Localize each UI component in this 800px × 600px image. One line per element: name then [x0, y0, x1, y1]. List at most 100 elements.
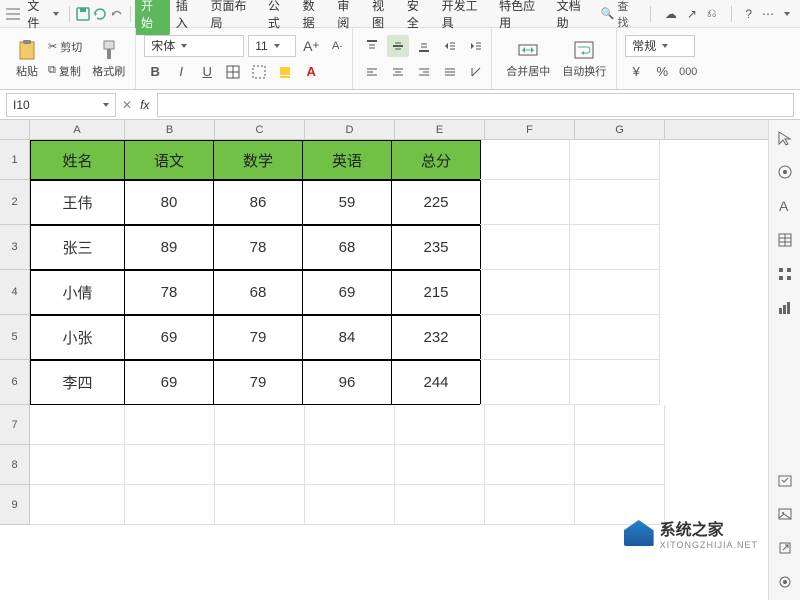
cut-button[interactable]: ✂剪切 [44, 37, 86, 57]
column-header[interactable]: F [485, 120, 575, 139]
cell[interactable]: 244 [391, 360, 481, 405]
cell[interactable] [30, 445, 125, 485]
cell[interactable] [215, 405, 305, 445]
copy-button[interactable]: ⧉复制 [44, 61, 86, 81]
cell[interactable] [305, 485, 395, 525]
cell[interactable]: 李四 [30, 360, 125, 405]
column-header[interactable]: C [215, 120, 305, 139]
number-format-select[interactable]: 常规 [625, 35, 695, 57]
settings-icon[interactable] [777, 574, 793, 590]
font-name-select[interactable]: 宋体 [144, 35, 244, 57]
cell[interactable]: 79 [213, 315, 303, 360]
file-menu[interactable]: 文件 [21, 0, 65, 31]
cell[interactable] [305, 445, 395, 485]
cell[interactable]: 78 [124, 270, 214, 315]
cell[interactable]: 68 [302, 225, 392, 270]
cell[interactable] [570, 225, 660, 270]
italic-button[interactable]: I [170, 61, 192, 83]
cell[interactable] [480, 270, 570, 315]
refresh-icon[interactable] [91, 5, 108, 23]
fill-color-button[interactable] [274, 61, 296, 83]
align-bottom-button[interactable] [413, 35, 435, 57]
align-center-button[interactable] [387, 61, 409, 83]
backup-icon[interactable] [777, 472, 793, 488]
cell[interactable]: 68 [213, 270, 303, 315]
cell[interactable]: 姓名 [30, 140, 125, 180]
justify-button[interactable] [439, 61, 461, 83]
align-top-button[interactable] [361, 35, 383, 57]
cell[interactable]: 王伟 [30, 180, 125, 225]
apps-icon[interactable] [777, 266, 793, 282]
cell[interactable]: 215 [391, 270, 481, 315]
cell[interactable] [395, 405, 485, 445]
search-button[interactable]: 🔍 查找 [597, 0, 636, 32]
cell[interactable] [125, 485, 215, 525]
cell[interactable]: 59 [302, 180, 392, 225]
share-icon[interactable]: ↗ [687, 7, 697, 21]
cell[interactable] [570, 270, 660, 315]
cell[interactable] [215, 485, 305, 525]
cell[interactable]: 78 [213, 225, 303, 270]
font-size-select[interactable]: 11 [248, 35, 296, 57]
cell[interactable]: 69 [302, 270, 392, 315]
cell-style-button[interactable] [248, 61, 270, 83]
column-header[interactable]: G [575, 120, 665, 139]
bold-button[interactable]: B [144, 61, 166, 83]
select-object-icon[interactable] [777, 164, 793, 180]
cell[interactable]: 69 [124, 360, 214, 405]
cell[interactable] [395, 445, 485, 485]
cell[interactable] [570, 360, 660, 405]
cell[interactable]: 84 [302, 315, 392, 360]
increase-font-button[interactable]: A+ [300, 35, 322, 57]
column-header[interactable]: E [395, 120, 485, 139]
cell[interactable]: 69 [124, 315, 214, 360]
formula-input[interactable] [157, 93, 794, 117]
decrease-font-button[interactable]: A- [326, 35, 348, 57]
increase-indent-button[interactable] [465, 35, 487, 57]
cell[interactable] [480, 180, 570, 225]
table-icon[interactable] [777, 232, 793, 248]
column-header[interactable]: A [30, 120, 125, 139]
history-icon[interactable]: ⎌ [707, 6, 717, 21]
cell[interactable] [480, 315, 570, 360]
orientation-button[interactable] [465, 61, 487, 83]
column-header[interactable]: B [125, 120, 215, 139]
row-header[interactable]: 5 [0, 315, 30, 360]
font-color-button[interactable]: A [300, 61, 322, 83]
row-header[interactable]: 8 [0, 445, 30, 485]
cell[interactable]: 小张 [30, 315, 125, 360]
paste-button[interactable]: 粘贴 [10, 35, 44, 83]
more-icon[interactable]: ⋯ [762, 7, 774, 21]
help-icon[interactable]: ? [745, 7, 752, 21]
cell[interactable] [30, 405, 125, 445]
cell[interactable]: 86 [213, 180, 303, 225]
save-icon[interactable] [74, 5, 91, 23]
cell[interactable] [125, 405, 215, 445]
auto-wrap-button[interactable]: 自动换行 [556, 35, 612, 83]
row-header[interactable]: 4 [0, 270, 30, 315]
border-button[interactable] [222, 61, 244, 83]
export-icon[interactable] [777, 540, 793, 556]
cell[interactable] [570, 140, 660, 180]
cell[interactable]: 232 [391, 315, 481, 360]
cell[interactable] [125, 445, 215, 485]
row-header[interactable]: 2 [0, 180, 30, 225]
hamburger-icon[interactable] [4, 5, 21, 23]
row-header[interactable]: 7 [0, 405, 30, 445]
chevron-down-icon[interactable] [784, 12, 790, 16]
cell[interactable] [215, 445, 305, 485]
cursor-icon[interactable] [777, 130, 793, 146]
cloud-sync-icon[interactable]: ☁ [665, 7, 677, 21]
format-painter-button[interactable]: 格式刷 [86, 35, 131, 83]
cell[interactable]: 235 [391, 225, 481, 270]
cell[interactable] [575, 405, 665, 445]
cell[interactable]: 225 [391, 180, 481, 225]
cell[interactable] [395, 485, 485, 525]
cell[interactable] [480, 360, 570, 405]
cell[interactable]: 总分 [391, 140, 481, 180]
name-box[interactable]: I10 [6, 93, 116, 117]
cell[interactable]: 80 [124, 180, 214, 225]
cell[interactable] [575, 445, 665, 485]
cell[interactable] [305, 405, 395, 445]
cell[interactable] [30, 485, 125, 525]
